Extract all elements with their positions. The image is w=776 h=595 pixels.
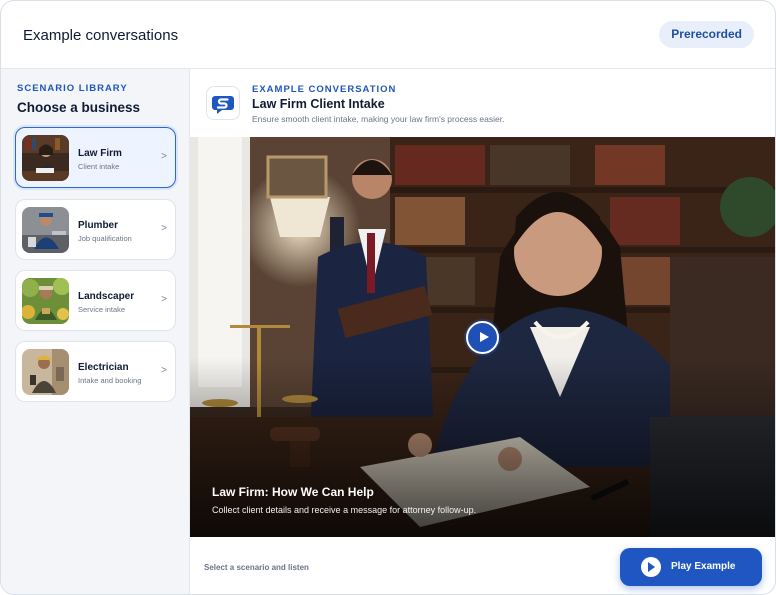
- scenario-item-electrician[interactable]: Electrician Intake and booking >: [15, 341, 176, 402]
- page-title: Example conversations: [23, 27, 179, 44]
- sidebar-title: Choose a business: [17, 100, 141, 115]
- sidebar-eyebrow: SCENARIO LIBRARY: [17, 83, 128, 94]
- scenario-item-landscaper[interactable]: Landscaper Service intake >: [15, 270, 176, 331]
- scenario-sub: Client intake: [78, 162, 120, 171]
- video-play-icon[interactable]: [466, 321, 499, 354]
- footer-hint: Select a scenario and listen: [204, 563, 309, 572]
- chevron-right-icon: >: [161, 223, 167, 234]
- prerecorded-badge: Prerecorded: [659, 21, 754, 48]
- chevron-right-icon: >: [161, 365, 167, 376]
- scenario-sub: Intake and booking: [78, 376, 142, 385]
- brand-logo-icon: [206, 86, 240, 120]
- play-icon: [641, 557, 661, 577]
- scenario-item-law-firm[interactable]: Law Firm Client intake >: [15, 127, 176, 188]
- scenario-sub: Service intake: [78, 305, 126, 314]
- scenario-name: Law Firm: [78, 148, 122, 159]
- caption-description: Collect client details and receive a mes…: [212, 505, 477, 515]
- scenario-sub: Job qualification: [78, 234, 132, 243]
- chevron-right-icon: >: [161, 294, 167, 305]
- scenario-name: Electrician: [78, 362, 129, 373]
- play-example-button[interactable]: Play Example: [620, 548, 762, 586]
- law-firm-thumbnail: [22, 135, 69, 181]
- scenario-name: Landscaper: [78, 291, 135, 302]
- caption-title: Law Firm: How We Can Help: [212, 485, 374, 499]
- conversation-eyebrow: EXAMPLE CONVERSATION: [252, 84, 397, 95]
- conversation-description: Ensure smooth client intake, making your…: [252, 114, 505, 124]
- scenario-name: Plumber: [78, 220, 119, 231]
- footer: Select a scenario and listen Play Exampl…: [190, 537, 775, 594]
- chevron-right-icon: >: [161, 151, 167, 162]
- electrician-thumbnail: [22, 349, 69, 395]
- conversation-title: Law Firm Client Intake: [252, 97, 385, 111]
- conversation-header: EXAMPLE CONVERSATION Law Firm Client Int…: [190, 69, 775, 137]
- plumber-thumbnail: [22, 207, 69, 253]
- landscaper-thumbnail: [22, 278, 69, 324]
- scenario-sidebar: SCENARIO LIBRARY Choose a business Law F…: [1, 69, 190, 594]
- play-example-label: Play Example: [671, 561, 736, 572]
- example-conversations-card: Example conversations Prerecorded SCENAR…: [0, 0, 776, 595]
- header: Example conversations Prerecorded: [1, 1, 775, 69]
- scenario-video[interactable]: Law Firm: How We Can Help Collect client…: [190, 137, 775, 537]
- scenario-item-plumber[interactable]: Plumber Job qualification >: [15, 199, 176, 260]
